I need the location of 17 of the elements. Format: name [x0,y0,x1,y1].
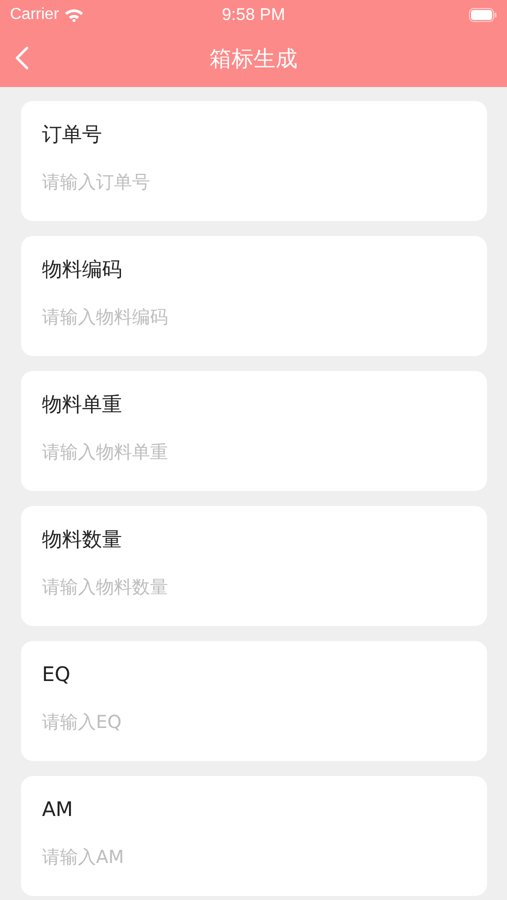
field-label: AM [42,796,74,822]
input-field[interactable]: 请输入AM [42,844,467,870]
field-label: 订单号 [42,121,103,147]
battery-icon [469,8,497,22]
input-field[interactable]: 请输入物料编码 [42,304,467,330]
field-label: 物料数量 [42,526,123,552]
input-field[interactable]: 请输入物料单重 [42,439,467,465]
field-label: EQ [42,661,72,687]
input-field[interactable]: 请输入物料数量 [42,574,467,600]
wifi-icon [64,8,84,22]
input-field[interactable]: 请输入EQ [42,709,467,735]
input-field[interactable]: 请输入订单号 [42,169,467,195]
clock-time: 9:58 PM [222,5,286,25]
field-label: 物料编码 [42,256,123,282]
carrier-text: Carrier [10,6,59,24]
field-label: 物料单重 [42,391,123,417]
page-title: 箱标生成 [210,46,298,74]
